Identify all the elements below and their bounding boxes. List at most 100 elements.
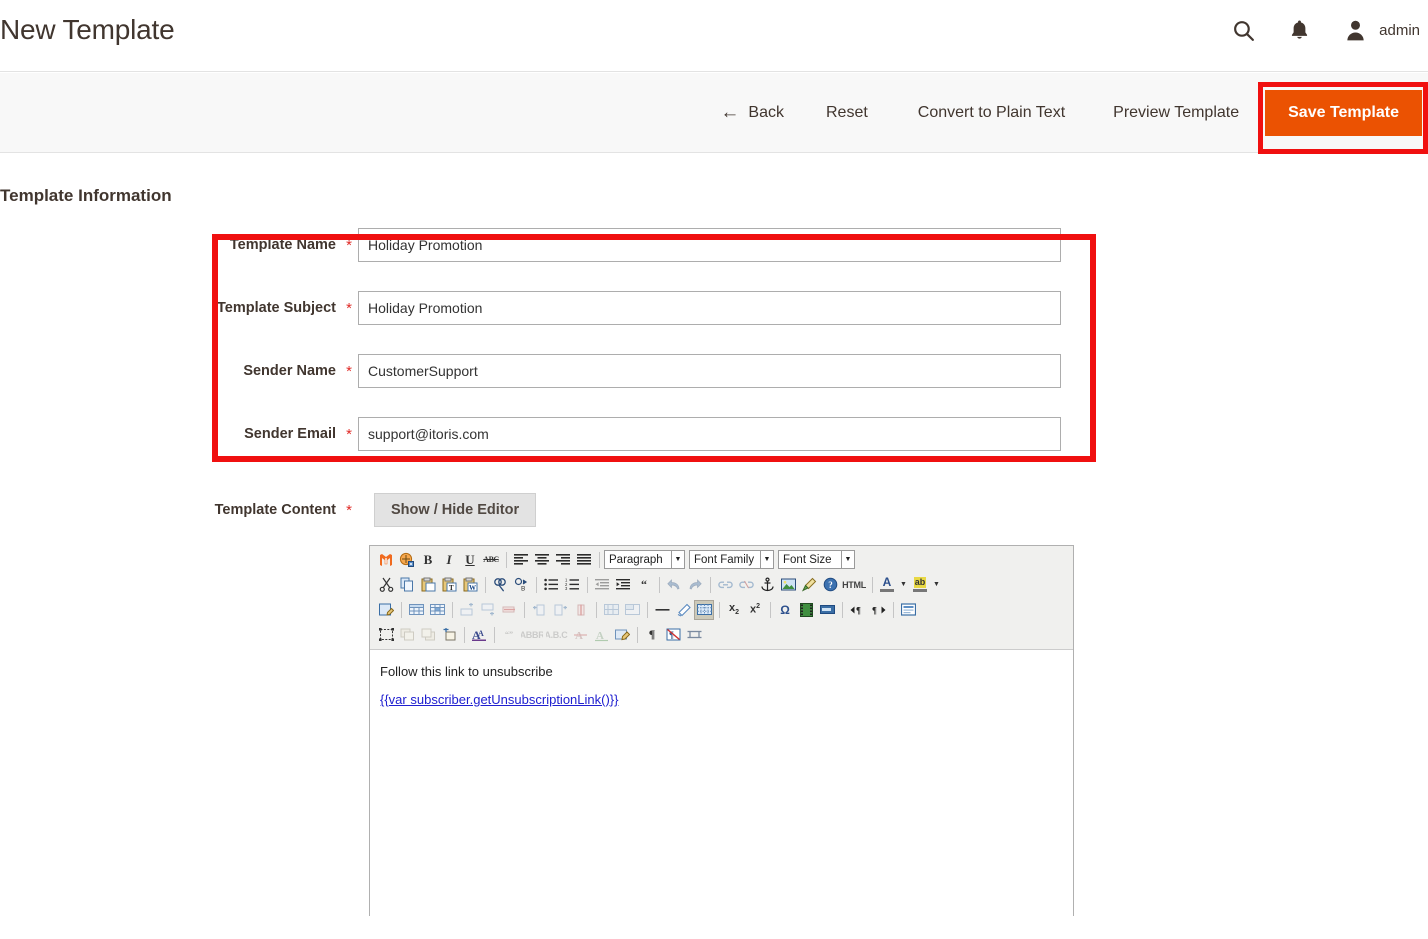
background-color-split[interactable]: ab ▼ — [910, 575, 942, 595]
align-justify-icon[interactable] — [574, 550, 594, 570]
strikethrough-icon[interactable]: ABC — [481, 550, 501, 570]
italic-icon[interactable]: I — [439, 550, 459, 570]
select-area-icon[interactable] — [376, 625, 396, 645]
style-props-icon[interactable]: AA — [469, 625, 489, 645]
move-forward-icon[interactable] — [397, 625, 417, 645]
editor-content-area[interactable]: Follow this link to unsubscribe {{var su… — [370, 650, 1073, 939]
align-left-icon[interactable] — [511, 550, 531, 570]
magento-variable-icon[interactable] — [376, 550, 396, 570]
subscript-icon[interactable]: x2 — [724, 600, 744, 620]
editor-toolbar-row-4: AA “” ABBR A.B.C. A A ¶ ¶ — [372, 622, 1073, 647]
svg-text:T: T — [449, 584, 454, 592]
ltr-icon[interactable]: ¶ — [847, 600, 867, 620]
convert-to-plain-text-button[interactable]: Convert to Plain Text — [918, 104, 1065, 122]
sender-name-input[interactable] — [358, 354, 1061, 388]
remove-format-icon[interactable] — [673, 600, 693, 620]
attributes-icon[interactable] — [612, 625, 632, 645]
edit-table-icon[interactable] — [376, 600, 396, 620]
font-size-value: Font Size — [783, 553, 832, 566]
delete-row-icon[interactable] — [499, 600, 519, 620]
delete-text-icon[interactable]: A — [570, 625, 590, 645]
special-character-icon[interactable]: Ω — [775, 600, 795, 620]
table-cell-properties-icon[interactable] — [427, 600, 447, 620]
copy-icon[interactable] — [397, 575, 417, 595]
bell-icon[interactable] — [1284, 14, 1314, 46]
required-marker: * — [346, 362, 352, 380]
page-break-icon[interactable] — [684, 625, 704, 645]
font-family-select[interactable]: Font Family ▼ — [689, 550, 774, 569]
text-color-split[interactable]: A ▼ — [877, 575, 909, 595]
visual-aid-icon[interactable] — [694, 599, 714, 620]
split-cell-icon[interactable] — [601, 600, 621, 620]
undo-icon[interactable] — [664, 575, 684, 595]
insert-column-before-icon[interactable] — [529, 600, 549, 620]
merge-cell-icon[interactable] — [622, 600, 642, 620]
insert-date-icon[interactable] — [817, 600, 837, 620]
insert-layer-box-icon[interactable] — [439, 625, 459, 645]
insert-row-before-icon[interactable] — [457, 600, 477, 620]
cut-icon[interactable] — [376, 575, 396, 595]
chevron-down-icon[interactable]: ▼ — [931, 575, 942, 595]
template-name-input[interactable] — [358, 228, 1061, 262]
insert-row-after-icon[interactable] — [478, 600, 498, 620]
back-button[interactable]: ← Back — [720, 103, 784, 122]
unlink-icon[interactable] — [736, 575, 756, 595]
rtl-icon[interactable]: ¶ — [868, 600, 888, 620]
paragraph-mark-icon[interactable]: ¶ — [642, 625, 662, 645]
font-size-select[interactable]: Font Size ▼ — [778, 550, 855, 569]
field-row-sender-name: Sender Name * — [0, 354, 1428, 388]
background-color-icon[interactable]: ab — [910, 575, 930, 595]
delete-column-icon[interactable] — [571, 600, 591, 620]
find-icon[interactable] — [490, 575, 510, 595]
paste-from-word-icon[interactable]: W — [460, 575, 480, 595]
visual-chars-icon[interactable]: ¶ — [663, 625, 683, 645]
html-source-icon[interactable]: HTML — [841, 575, 867, 595]
move-backward-icon[interactable] — [418, 625, 438, 645]
bullet-list-icon[interactable] — [541, 575, 561, 595]
preview-template-button[interactable]: Preview Template — [1113, 104, 1239, 122]
show-hide-editor-button[interactable]: Show / Hide Editor — [374, 493, 537, 527]
text-color-icon[interactable]: A — [877, 575, 897, 595]
align-center-icon[interactable] — [532, 550, 552, 570]
outdent-icon[interactable] — [592, 575, 612, 595]
find-replace-icon[interactable]: B — [511, 575, 531, 595]
blockquote-icon[interactable]: “ — [634, 575, 654, 595]
paragraph-format-select[interactable]: Paragraph ▼ — [604, 550, 685, 569]
help-icon[interactable]: ? — [820, 575, 840, 595]
magento-widget-icon[interactable] — [397, 550, 417, 570]
insert-text-icon[interactable]: A — [591, 625, 611, 645]
link-icon[interactable] — [715, 575, 735, 595]
sender-email-input[interactable] — [358, 417, 1061, 451]
horizontal-rule-icon[interactable] — [652, 600, 672, 620]
align-right-icon[interactable] — [553, 550, 573, 570]
abbreviation-icon[interactable]: ABBR — [520, 625, 544, 645]
redo-icon[interactable] — [685, 575, 705, 595]
page-actions-toolbar: ← Back Reset Convert to Plain Text Previ… — [0, 73, 1428, 153]
citation-icon[interactable]: “” — [499, 625, 519, 645]
paste-icon[interactable] — [418, 575, 438, 595]
indent-icon[interactable] — [613, 575, 633, 595]
admin-menu[interactable]: admin — [1340, 14, 1420, 46]
template-subject-input[interactable] — [358, 291, 1061, 325]
svg-text:3: 3 — [565, 586, 568, 591]
acronym-icon[interactable]: A.B.C. — [545, 625, 569, 645]
numbered-list-icon[interactable]: 123 — [562, 575, 582, 595]
insert-column-after-icon[interactable] — [550, 600, 570, 620]
insert-image-icon[interactable] — [778, 575, 798, 595]
paste-as-text-icon[interactable]: T — [439, 575, 459, 595]
cleanup-icon[interactable] — [799, 575, 819, 595]
underline-icon[interactable]: U — [460, 550, 480, 570]
superscript-icon[interactable]: x2 — [745, 600, 765, 620]
search-icon[interactable] — [1228, 14, 1258, 46]
admin-label: admin — [1379, 21, 1420, 39]
insert-layer-icon[interactable] — [898, 600, 918, 620]
chevron-down-icon[interactable]: ▼ — [898, 575, 909, 595]
svg-text:B: B — [521, 586, 525, 593]
anchor-icon[interactable] — [757, 575, 777, 595]
unsubscription-link[interactable]: {{var subscriber.getUnsubscriptionLink()… — [380, 692, 618, 707]
save-template-button[interactable]: Save Template — [1265, 89, 1422, 136]
reset-button[interactable]: Reset — [826, 104, 868, 122]
insert-media-icon[interactable] — [796, 600, 816, 620]
bold-icon[interactable]: B — [418, 550, 438, 570]
table-properties-icon[interactable] — [406, 600, 426, 620]
